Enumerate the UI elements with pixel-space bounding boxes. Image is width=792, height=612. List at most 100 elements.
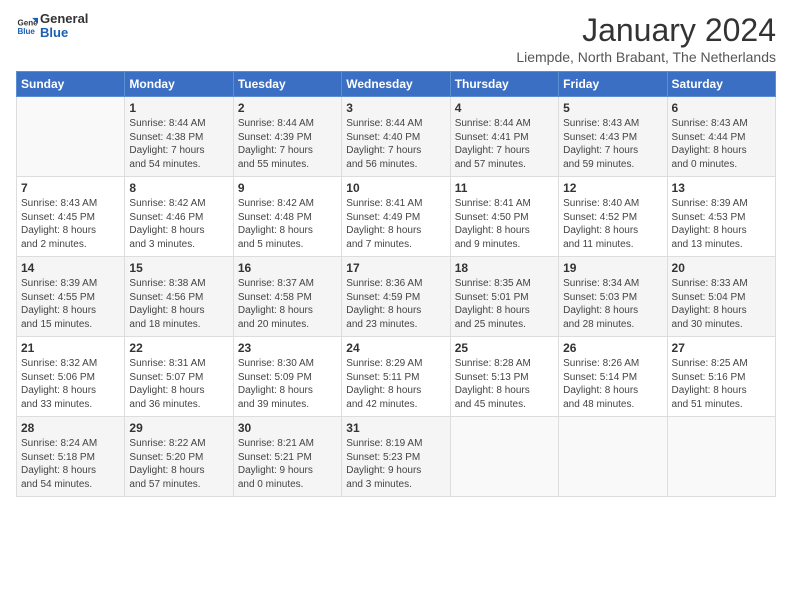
day-content: Sunrise: 8:33 AM Sunset: 5:04 PM Dayligh… bbox=[672, 277, 771, 331]
weekday-header-sunday: Sunday bbox=[17, 72, 125, 97]
calendar-cell: 28Sunrise: 8:24 AM Sunset: 5:18 PM Dayli… bbox=[17, 417, 125, 497]
day-number: 21 bbox=[21, 341, 120, 355]
day-number: 30 bbox=[238, 421, 337, 435]
calendar-cell: 4 Sunrise: 8:44 AM Sunset: 4:41 PM Daylig… bbox=[450, 97, 558, 177]
day-number: 31 bbox=[346, 421, 445, 435]
day-number: 7 bbox=[21, 181, 120, 195]
weekday-header-wednesday: Wednesday bbox=[342, 72, 450, 97]
calendar-week-row: 14 Sunrise: 8:39 AM Sunset: 4:55 PM Dayli… bbox=[17, 257, 776, 337]
day-content: Sunrise: 8:21 AM Sunset: 5:21 PM Dayligh… bbox=[238, 437, 337, 491]
calendar-cell: 8 Sunrise: 8:42 AM Sunset: 4:46 PM Daylig… bbox=[125, 177, 233, 257]
calendar-cell: 1 Sunrise: 8:44 AM Sunset: 4:38 PM Daylig… bbox=[125, 97, 233, 177]
title-area: January 2024 Liempde, North Brabant, The… bbox=[516, 12, 776, 65]
calendar-cell: 6 Sunrise: 8:43 AM Sunset: 4:44 PM Daylig… bbox=[667, 97, 775, 177]
day-number: 14 bbox=[21, 261, 120, 275]
day-content: Sunrise: 8:37 AM Sunset: 4:58 PM Dayligh… bbox=[238, 277, 337, 331]
svg-text:Blue: Blue bbox=[17, 27, 35, 36]
calendar-cell: 9 Sunrise: 8:42 AM Sunset: 4:48 PM Daylig… bbox=[233, 177, 341, 257]
weekday-header-saturday: Saturday bbox=[667, 72, 775, 97]
calendar-week-row: 7Sunrise: 8:43 AM Sunset: 4:45 PM Daylig… bbox=[17, 177, 776, 257]
calendar-week-row: 21 Sunrise: 8:32 AM Sunset: 5:06 PM Dayli… bbox=[17, 337, 776, 417]
day-number: 25 bbox=[455, 341, 554, 355]
weekday-header-tuesday: Tuesday bbox=[233, 72, 341, 97]
day-content: Sunrise: 8:43 AM Sunset: 4:44 PM Dayligh… bbox=[672, 117, 771, 171]
day-number: 19 bbox=[563, 261, 662, 275]
day-content: Sunrise: 8:44 AM Sunset: 4:39 PM Dayligh… bbox=[238, 117, 337, 171]
calendar-cell: 5 Sunrise: 8:43 AM Sunset: 4:43 PM Daylig… bbox=[559, 97, 667, 177]
calendar-cell: 20 Sunrise: 8:33 AM Sunset: 5:04 PM Dayli… bbox=[667, 257, 775, 337]
day-content: Sunrise: 8:44 AM Sunset: 4:40 PM Dayligh… bbox=[346, 117, 445, 171]
day-content: Sunrise: 8:30 AM Sunset: 5:09 PM Dayligh… bbox=[238, 357, 337, 411]
day-number: 28 bbox=[21, 421, 120, 435]
main-container: General Blue General Blue January 2024 L… bbox=[0, 0, 792, 505]
month-title: January 2024 bbox=[516, 12, 776, 49]
calendar-cell: 31 Sunrise: 8:19 AM Sunset: 5:23 PM Dayli… bbox=[342, 417, 450, 497]
day-number: 3 bbox=[346, 101, 445, 115]
calendar-cell: 15 Sunrise: 8:38 AM Sunset: 4:56 PM Dayli… bbox=[125, 257, 233, 337]
day-number: 24 bbox=[346, 341, 445, 355]
day-content: Sunrise: 8:39 AM Sunset: 4:55 PM Dayligh… bbox=[21, 277, 120, 331]
calendar-cell: 25Sunrise: 8:28 AM Sunset: 5:13 PM Dayli… bbox=[450, 337, 558, 417]
day-content: Sunrise: 8:38 AM Sunset: 4:56 PM Dayligh… bbox=[129, 277, 228, 331]
day-content: Sunrise: 8:31 AM Sunset: 5:07 PM Dayligh… bbox=[129, 357, 228, 411]
day-number: 17 bbox=[346, 261, 445, 275]
calendar-cell: 21 Sunrise: 8:32 AM Sunset: 5:06 PM Dayli… bbox=[17, 337, 125, 417]
day-content: Sunrise: 8:29 AM Sunset: 5:11 PM Dayligh… bbox=[346, 357, 445, 411]
day-content: Sunrise: 8:36 AM Sunset: 4:59 PM Dayligh… bbox=[346, 277, 445, 331]
day-number: 27 bbox=[672, 341, 771, 355]
logo-general-text: General bbox=[40, 12, 88, 26]
day-content: Sunrise: 8:35 AM Sunset: 5:01 PM Dayligh… bbox=[455, 277, 554, 331]
calendar-cell: 11Sunrise: 8:41 AM Sunset: 4:50 PM Dayli… bbox=[450, 177, 558, 257]
calendar-cell: 13Sunrise: 8:39 AM Sunset: 4:53 PM Dayli… bbox=[667, 177, 775, 257]
day-content: Sunrise: 8:34 AM Sunset: 5:03 PM Dayligh… bbox=[563, 277, 662, 331]
day-content: Sunrise: 8:43 AM Sunset: 4:43 PM Dayligh… bbox=[563, 117, 662, 171]
calendar-cell: 19 Sunrise: 8:34 AM Sunset: 5:03 PM Dayli… bbox=[559, 257, 667, 337]
day-content: Sunrise: 8:44 AM Sunset: 4:41 PM Dayligh… bbox=[455, 117, 554, 171]
day-content: Sunrise: 8:42 AM Sunset: 4:48 PM Dayligh… bbox=[238, 197, 337, 251]
day-number: 26 bbox=[563, 341, 662, 355]
calendar-week-row: 28Sunrise: 8:24 AM Sunset: 5:18 PM Dayli… bbox=[17, 417, 776, 497]
day-content: Sunrise: 8:41 AM Sunset: 4:49 PM Dayligh… bbox=[346, 197, 445, 251]
weekday-header-thursday: Thursday bbox=[450, 72, 558, 97]
calendar-table: SundayMondayTuesdayWednesdayThursdayFrid… bbox=[16, 71, 776, 497]
day-content: Sunrise: 8:42 AM Sunset: 4:46 PM Dayligh… bbox=[129, 197, 228, 251]
calendar-cell: 16Sunrise: 8:37 AM Sunset: 4:58 PM Dayli… bbox=[233, 257, 341, 337]
day-number: 9 bbox=[238, 181, 337, 195]
day-content: Sunrise: 8:25 AM Sunset: 5:16 PM Dayligh… bbox=[672, 357, 771, 411]
calendar-cell: 10Sunrise: 8:41 AM Sunset: 4:49 PM Dayli… bbox=[342, 177, 450, 257]
day-content: Sunrise: 8:32 AM Sunset: 5:06 PM Dayligh… bbox=[21, 357, 120, 411]
logo-icon: General Blue bbox=[16, 15, 38, 37]
location-subtitle: Liempde, North Brabant, The Netherlands bbox=[516, 49, 776, 65]
calendar-cell bbox=[450, 417, 558, 497]
day-number: 12 bbox=[563, 181, 662, 195]
calendar-cell: 17 Sunrise: 8:36 AM Sunset: 4:59 PM Dayli… bbox=[342, 257, 450, 337]
day-number: 5 bbox=[563, 101, 662, 115]
day-number: 6 bbox=[672, 101, 771, 115]
day-number: 2 bbox=[238, 101, 337, 115]
weekday-header-row: SundayMondayTuesdayWednesdayThursdayFrid… bbox=[17, 72, 776, 97]
day-number: 15 bbox=[129, 261, 228, 275]
day-number: 20 bbox=[672, 261, 771, 275]
calendar-cell: 22Sunrise: 8:31 AM Sunset: 5:07 PM Dayli… bbox=[125, 337, 233, 417]
weekday-header-friday: Friday bbox=[559, 72, 667, 97]
calendar-cell: 27 Sunrise: 8:25 AM Sunset: 5:16 PM Dayli… bbox=[667, 337, 775, 417]
header: General Blue General Blue January 2024 L… bbox=[16, 12, 776, 65]
weekday-header-monday: Monday bbox=[125, 72, 233, 97]
calendar-cell: 2 Sunrise: 8:44 AM Sunset: 4:39 PM Daylig… bbox=[233, 97, 341, 177]
day-number: 1 bbox=[129, 101, 228, 115]
calendar-week-row: 1 Sunrise: 8:44 AM Sunset: 4:38 PM Daylig… bbox=[17, 97, 776, 177]
day-content: Sunrise: 8:19 AM Sunset: 5:23 PM Dayligh… bbox=[346, 437, 445, 491]
calendar-cell: 18 Sunrise: 8:35 AM Sunset: 5:01 PM Dayli… bbox=[450, 257, 558, 337]
day-number: 4 bbox=[455, 101, 554, 115]
calendar-cell: 14 Sunrise: 8:39 AM Sunset: 4:55 PM Dayli… bbox=[17, 257, 125, 337]
calendar-cell: 23 Sunrise: 8:30 AM Sunset: 5:09 PM Dayli… bbox=[233, 337, 341, 417]
day-number: 29 bbox=[129, 421, 228, 435]
day-number: 11 bbox=[455, 181, 554, 195]
day-number: 18 bbox=[455, 261, 554, 275]
day-content: Sunrise: 8:39 AM Sunset: 4:53 PM Dayligh… bbox=[672, 197, 771, 251]
day-content: Sunrise: 8:44 AM Sunset: 4:38 PM Dayligh… bbox=[129, 117, 228, 171]
day-number: 8 bbox=[129, 181, 228, 195]
calendar-cell: 7Sunrise: 8:43 AM Sunset: 4:45 PM Daylig… bbox=[17, 177, 125, 257]
calendar-cell bbox=[667, 417, 775, 497]
day-number: 23 bbox=[238, 341, 337, 355]
